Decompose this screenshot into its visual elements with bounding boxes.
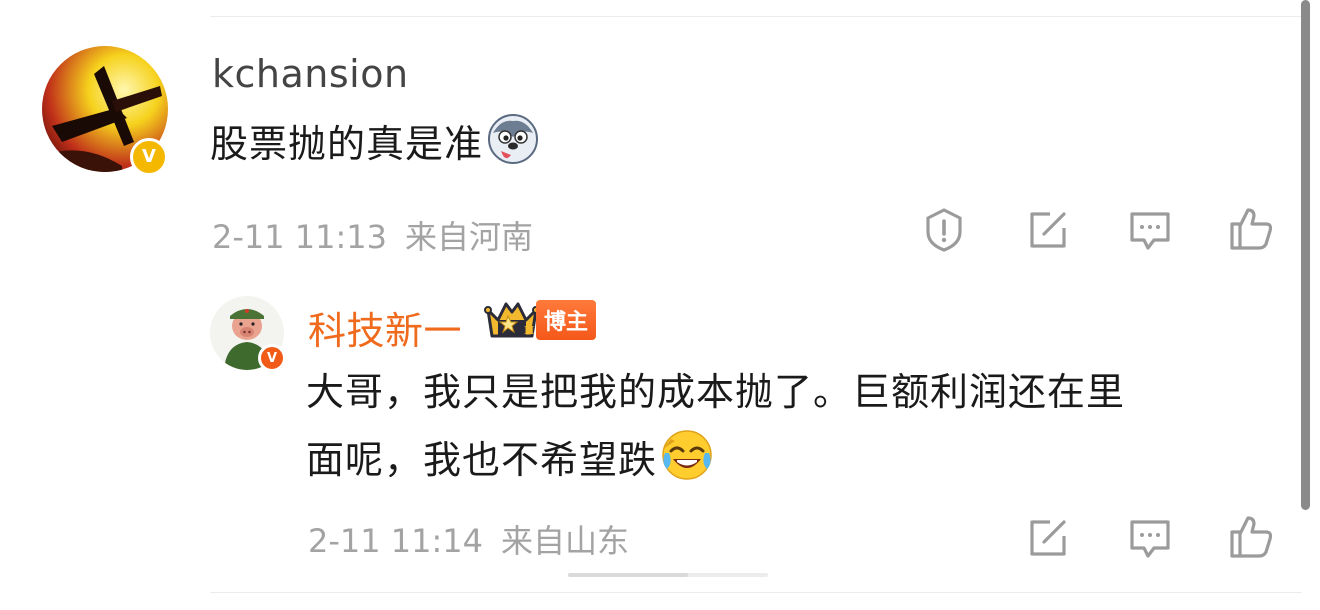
crown-icon: II [484,302,540,338]
repost-icon[interactable] [1024,206,1072,254]
timestamp: 2-11 11:14 [308,522,484,560]
page-indicator [568,573,768,577]
scrollbar[interactable] [1301,0,1310,510]
blogger-label: 博主 [536,300,597,340]
reply-username[interactable]: 科技新一 [308,300,462,355]
repost-icon[interactable] [1024,514,1072,562]
bottom-divider [210,592,1302,593]
reply-avatar[interactable]: V [210,296,286,372]
like-icon[interactable] [1226,512,1274,560]
husky-emoji [488,114,539,164]
verified-badge: V [258,344,286,372]
reply-text-line2-body: 面呢，我也不希望跌 [306,438,658,482]
comment-meta: 2-11 11:13 来自河南 [212,212,533,258]
reply-text-line1: 大哥，我只是把我的成本抛了。巨额利润还在里 [306,370,1126,414]
like-icon[interactable] [1226,204,1274,252]
verified-badge: V [130,138,168,176]
reply-text: 大哥，我只是把我的成本抛了。巨额利润还在里 面呢，我也不希望跌 [306,358,1125,494]
location: 来自河南 [405,218,534,256]
reply-meta: 2-11 11:14 来自山东 [308,516,629,562]
top-divider [210,16,1302,17]
reply-text-line2: 面呢，我也不希望跌 [306,426,1125,494]
comment-text: 股票抛的真是准 [210,110,539,178]
comment-thread: V kchansion 股票抛的真是准 2-11 11:13 来自河南 V 科技… [0,0,1320,610]
reply-icon[interactable] [1126,206,1174,254]
report-icon[interactable] [920,206,968,254]
blogger-badge: II 博主 [484,298,597,342]
comment-body: 股票抛的真是准 [210,122,484,166]
laugh-cry-emoji [662,430,712,480]
username[interactable]: kchansion [212,52,409,96]
reply-icon[interactable] [1126,514,1174,562]
avatar[interactable]: V [42,46,168,176]
location: 来自山东 [501,522,630,560]
crown-level: II [524,324,534,337]
timestamp: 2-11 11:13 [212,218,388,256]
